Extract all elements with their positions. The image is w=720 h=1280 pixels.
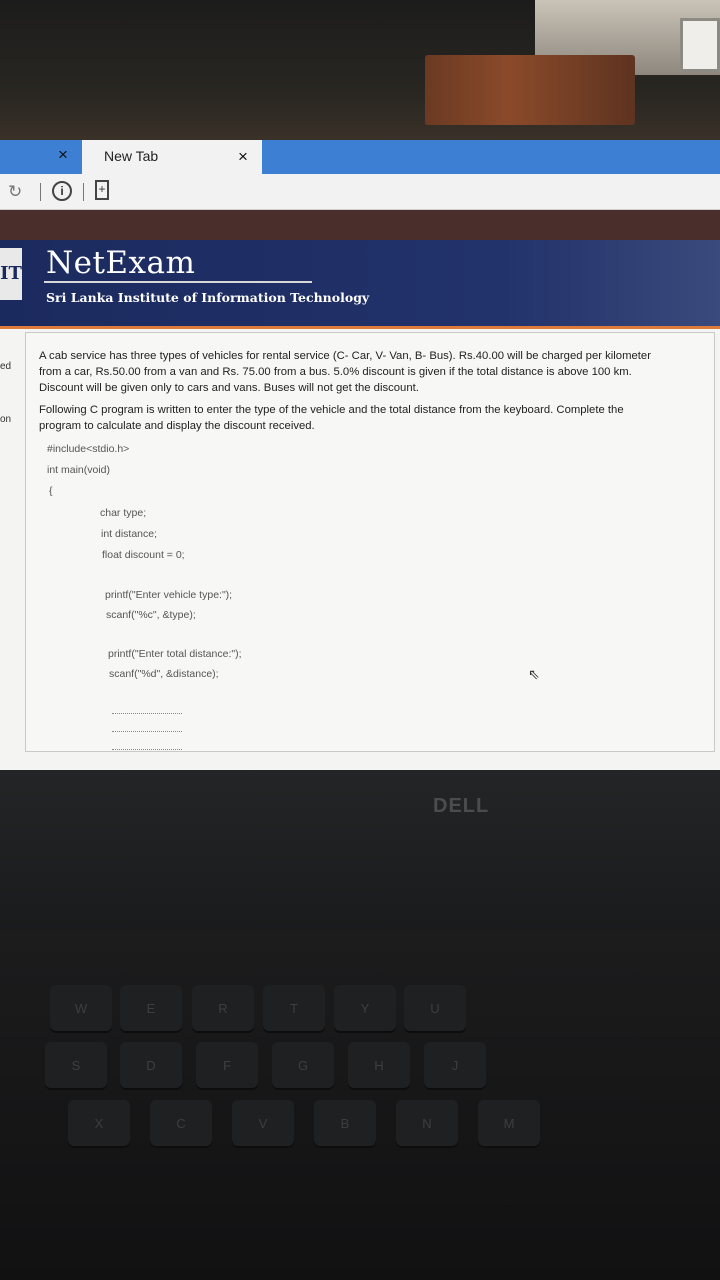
- key[interactable]: C: [150, 1100, 212, 1148]
- question-text: program to calculate and display the dis…: [39, 420, 315, 432]
- code-line: printf("Enter vehicle type:");: [105, 589, 233, 601]
- key[interactable]: B: [314, 1100, 376, 1148]
- key[interactable]: M: [478, 1100, 540, 1148]
- key[interactable]: R: [192, 985, 254, 1033]
- page-icon[interactable]: +: [95, 180, 109, 200]
- side-label: on: [0, 414, 12, 425]
- key[interactable]: U: [404, 985, 466, 1033]
- code-line: {: [49, 485, 53, 497]
- close-icon[interactable]: ×: [238, 147, 248, 167]
- key[interactable]: E: [120, 985, 182, 1033]
- key[interactable]: F: [196, 1042, 258, 1090]
- divider: [0, 326, 720, 329]
- code-line: char type;: [100, 507, 147, 519]
- code-line: float discount = 0;: [102, 549, 185, 561]
- key[interactable]: S: [45, 1042, 107, 1090]
- tab-title: New Tab: [104, 148, 159, 164]
- institute-name: Sri Lanka Institute of Information Techn…: [46, 290, 370, 305]
- laptop-bezel: [0, 770, 720, 930]
- question-text: Following C program is written to enter …: [39, 404, 624, 416]
- answer-blank[interactable]: [112, 749, 182, 750]
- background-object: [680, 18, 720, 72]
- side-label: ed: [0, 361, 12, 372]
- key[interactable]: H: [348, 1042, 410, 1090]
- site-brand[interactable]: NetExam: [46, 245, 195, 281]
- code-line: #include<stdio.h>: [47, 443, 130, 455]
- answer-blank[interactable]: [112, 731, 182, 732]
- question-panel: A cab service has three types of vehicle…: [25, 332, 715, 752]
- divider: [83, 183, 84, 201]
- background-object: [425, 55, 635, 125]
- toolbar-strip: [0, 210, 720, 240]
- question-text: from a car, Rs.50.00 from a van and Rs. …: [39, 366, 632, 378]
- divider: [44, 281, 312, 283]
- key[interactable]: W: [50, 985, 112, 1033]
- key[interactable]: J: [424, 1042, 486, 1090]
- key[interactable]: N: [396, 1100, 458, 1148]
- laptop-screen: × New Tab × ↻ i + IT NetExam Sri Lanka I…: [0, 140, 720, 770]
- key[interactable]: G: [272, 1042, 334, 1090]
- key[interactable]: Y: [334, 985, 396, 1033]
- logo-icon: IT: [0, 248, 22, 300]
- laptop-logo: DELL: [433, 795, 490, 817]
- key[interactable]: D: [120, 1042, 182, 1090]
- browser-tab-bar: × New Tab ×: [0, 140, 720, 174]
- key[interactable]: T: [263, 985, 325, 1033]
- site-header: IT NetExam Sri Lanka Institute of Inform…: [0, 240, 720, 326]
- code-line: printf("Enter total distance:");: [108, 648, 242, 660]
- info-icon[interactable]: i: [52, 181, 72, 201]
- key[interactable]: V: [232, 1100, 294, 1148]
- code-line: scanf("%c", &type);: [106, 609, 196, 621]
- question-text: Discount will be given only to cars and …: [39, 382, 419, 394]
- close-icon[interactable]: ×: [58, 145, 74, 165]
- reload-icon[interactable]: ↻: [8, 182, 30, 202]
- keyboard: W E R T Y U S D F G H J X C V B N M: [0, 930, 720, 1280]
- divider: [40, 183, 41, 201]
- key[interactable]: X: [68, 1100, 130, 1148]
- address-bar: ↻ i +: [0, 174, 720, 210]
- tab-new-tab[interactable]: New Tab ×: [82, 140, 262, 174]
- code-line: int main(void): [47, 464, 111, 476]
- code-line: scanf("%d", &distance);: [109, 668, 219, 680]
- mouse-cursor-icon: ⇖: [528, 666, 540, 682]
- code-line: int distance;: [101, 528, 158, 540]
- answer-blank[interactable]: [112, 713, 182, 714]
- question-text: A cab service has three types of vehicle…: [39, 350, 651, 362]
